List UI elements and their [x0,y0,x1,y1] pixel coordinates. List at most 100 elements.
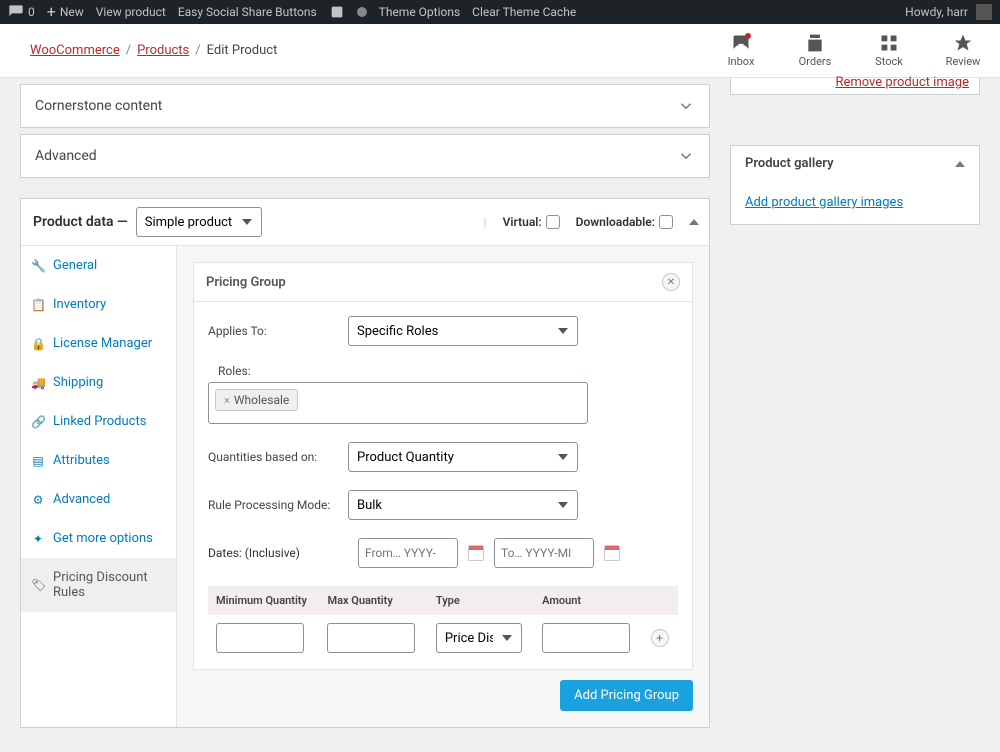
amount-input[interactable] [542,623,630,653]
role-tag-remove[interactable]: × [224,394,230,407]
rule-mode-select[interactable]: Bulk [348,490,578,520]
activity-stats: Inbox Orders Stock Review [704,33,1000,68]
roles-label: Roles: [218,364,678,378]
virtual-label: Virtual: [503,215,542,229]
discount-type-select[interactable]: Price Disc [436,623,522,653]
stat-reviews[interactable]: Review [926,33,1000,68]
tab-attributes[interactable]: ▤ Attributes [21,441,176,480]
breadcrumb-current: Edit Product [207,43,278,58]
downloadable-checkbox[interactable] [659,215,673,229]
min-qty-input[interactable] [216,623,304,653]
product-gallery-toggle[interactable]: Product gallery [731,146,979,181]
th-min: Minimum Quantity [208,586,319,615]
pricing-group-panel: Pricing Group ✕ Applies To: Specific Rol… [193,262,693,670]
layers-icon: ▤ [31,454,45,468]
adminbar-comments[interactable]: 0 [8,4,35,20]
pricing-group-title: Pricing Group [206,275,286,290]
add-gallery-images-link[interactable]: Add product gallery images [731,181,917,224]
clipboard-icon: 📋 [31,298,45,312]
truck-icon: 🚚 [31,376,45,390]
adminbar-yoast[interactable] [329,4,345,20]
th-max: Max Quantity [319,586,427,615]
tab-general[interactable]: 🔧 General [21,246,176,285]
product-data-tabs: 🔧 General 📋 Inventory 🔒License Manager 🚚 Sh… [21,246,177,727]
admin-bar: 0 + New View product Easy Social Share B… [0,0,1000,24]
tab-get-more[interactable]: ✦Get more options [21,519,176,558]
adminbar-theme-options[interactable]: Theme Options [379,5,461,19]
chevron-down-icon [677,147,695,165]
max-qty-input[interactable] [327,623,415,653]
top-row: WooCommerce / Products / Edit Product In… [0,24,1000,78]
role-tag-text: Wholesale [234,393,289,407]
tab-license[interactable]: 🔒License Manager [21,324,176,363]
product-gallery-title: Product gallery [745,156,834,171]
pricing-group-close[interactable]: ✕ [662,273,680,291]
plus-icon: + [47,4,56,20]
orders-icon [805,33,825,53]
stat-stock[interactable]: Stock [852,33,926,68]
star-icon [953,33,973,53]
date-to-input[interactable] [494,538,594,568]
stock-icon [879,33,899,53]
metabox-toggle-cornerstone[interactable]: Cornerstone content [21,85,709,127]
dates-label: Dates: (Inclusive) [208,546,348,560]
add-pricing-group-button[interactable]: Add Pricing Group [560,680,693,711]
stat-label: Orders [799,55,832,68]
tab-pricing-rules[interactable]: 🏷 Pricing Discount Rules [21,558,176,612]
metabox-toggle-advanced[interactable]: Advanced [21,135,709,177]
chevron-down-icon [677,97,695,115]
product-type-select[interactable]: Simple product [136,207,262,237]
add-row-button[interactable]: + [651,629,669,647]
tab-advanced[interactable]: ⚙ Advanced [21,480,176,519]
status-dot-icon [357,7,367,17]
tab-label: Linked Products [53,414,146,429]
chevron-up-icon [955,161,965,167]
tab-inventory[interactable]: 📋 Inventory [21,285,176,324]
metabox-cornerstone: Cornerstone content [20,84,710,128]
tab-label: Get more options [53,531,153,546]
metabox-advanced: Advanced [20,134,710,178]
adminbar-comments-count: 0 [28,5,35,19]
adminbar-new[interactable]: + New [47,4,84,20]
stat-inbox[interactable]: Inbox [704,33,778,68]
applies-to-select[interactable]: Specific Roles [348,316,578,346]
tag-icon: 🏷 [31,578,45,592]
adminbar-essb[interactable]: Easy Social Share Buttons [178,5,317,19]
breadcrumb: WooCommerce / Products / Edit Product [30,43,277,58]
breadcrumb-sep: / [195,43,200,58]
date-from-input[interactable] [358,538,458,568]
stat-label: Inbox [728,55,755,68]
tab-label: Shipping [53,375,103,390]
virtual-checkbox[interactable] [546,215,560,229]
roles-input[interactable]: × Wholesale [208,382,588,424]
lock-icon: 🔒 [31,337,45,351]
calendar-icon[interactable] [604,545,620,561]
avatar [976,4,992,20]
rule-mode-label: Rule Processing Mode: [208,498,348,512]
wrench-icon: 🔧 [31,259,45,273]
product-data-header: Product data — Simple product | Virtual:… [21,199,709,246]
tab-linked[interactable]: 🔗Linked Products [21,402,176,441]
tab-label: Advanced [53,492,110,507]
tab-shipping[interactable]: 🚚 Shipping [21,363,176,402]
breadcrumb-products[interactable]: Products [137,43,189,58]
adminbar-view-product[interactable]: View product [96,5,166,19]
adminbar-clear-cache[interactable]: Clear Theme Cache [472,5,576,19]
comment-icon [8,4,24,20]
quantities-select[interactable]: Product Quantity [348,442,578,472]
tab-label: General [53,258,97,273]
breadcrumb-sep: / [126,43,131,58]
calendar-icon[interactable] [468,545,484,561]
adminbar-new-label: New [60,5,84,19]
tab-label: Pricing Discount Rules [53,570,166,600]
tab-label: Attributes [53,453,110,468]
stat-orders[interactable]: Orders [778,33,852,68]
tab-label: Inventory [53,297,106,312]
adminbar-account[interactable]: Howdy, harr [905,4,992,20]
product-data-label: Product data — [33,214,128,230]
remove-product-image-link[interactable]: Remove product image [731,75,979,90]
breadcrumb-woocommerce[interactable]: WooCommerce [30,43,120,58]
role-tag: × Wholesale [215,389,298,411]
collapse-up-icon[interactable] [689,219,699,225]
gear-icon: ⚙ [31,493,45,507]
